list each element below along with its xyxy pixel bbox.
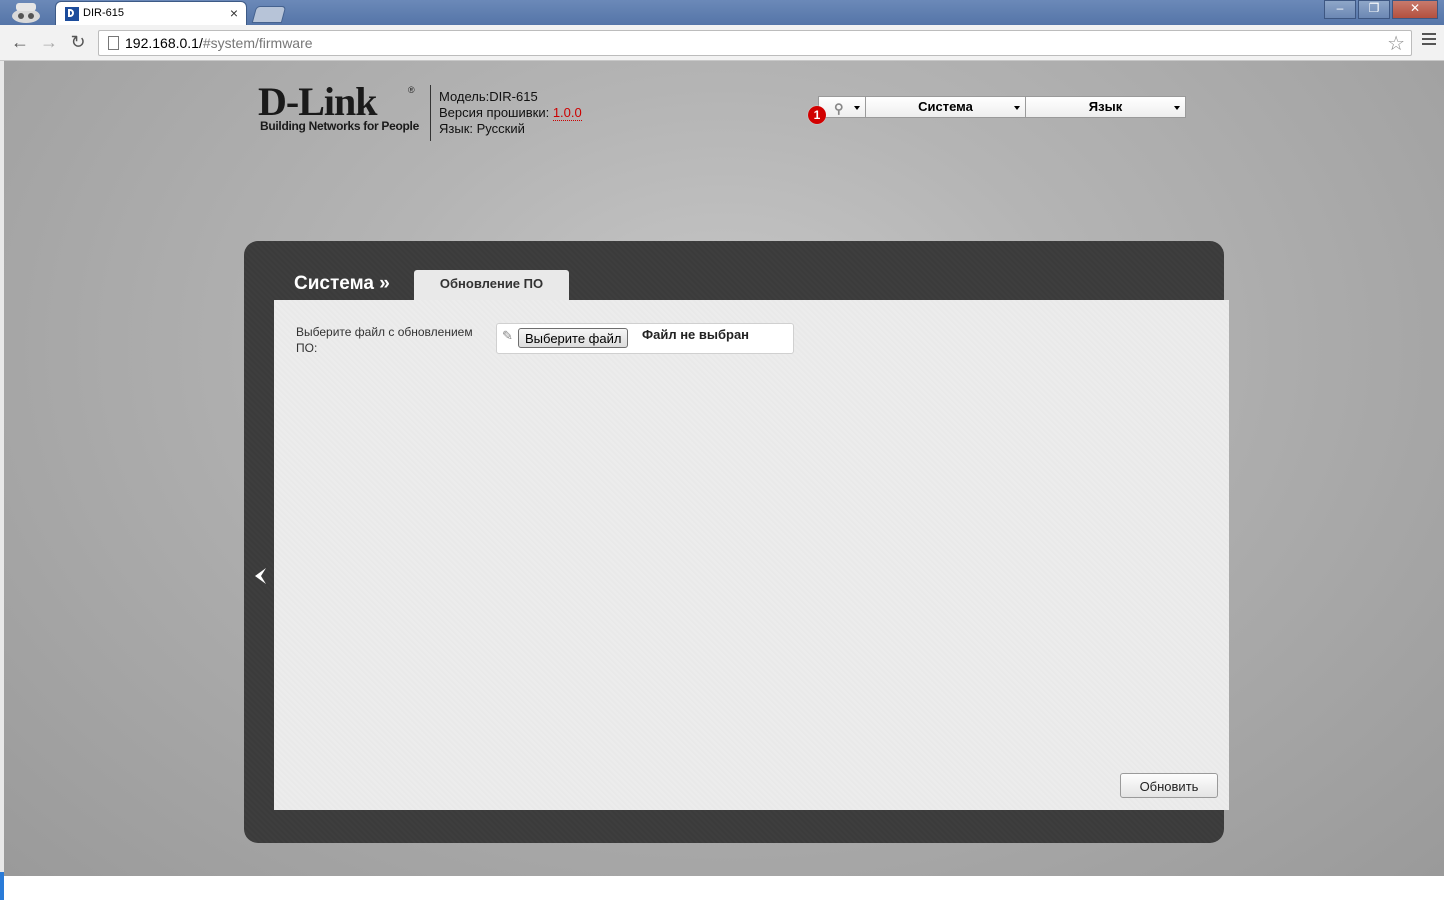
notification-badge[interactable]: 1	[808, 106, 826, 124]
tab-close-icon[interactable]: ×	[230, 5, 238, 21]
firmware-version-link[interactable]: 1.0.0	[552, 105, 582, 121]
lightbulb-icon: ⚲	[834, 101, 844, 116]
dlink-favicon-icon	[64, 6, 80, 22]
restore-button[interactable]: ❐	[1358, 0, 1390, 19]
minimize-button[interactable]: –	[1324, 0, 1356, 19]
dlink-logo: D-Link ® Building Networks for People	[258, 79, 419, 134]
choose-file-button[interactable]: Выберите файл	[518, 328, 629, 348]
content-panel	[274, 300, 1229, 810]
model-line: Модель:DIR-615	[439, 89, 538, 104]
browser-titlebar: DIR-615 × – ❐ ✕	[0, 0, 1444, 25]
window-controls: – ❐ ✕	[1324, 0, 1438, 19]
browser-tab[interactable]: DIR-615 ×	[56, 2, 246, 25]
file-input[interactable]: ✎ Выберите файл Файл не выбран	[496, 323, 794, 354]
chevron-down-icon	[854, 106, 860, 110]
header-divider	[430, 85, 431, 141]
device-info: Модель:DIR-615 Версия прошивки: 1.0.0 Яз…	[439, 89, 582, 137]
file-field-label: Выберите файл с обновлением ПО:	[296, 325, 473, 355]
tab-firmware-update[interactable]: Обновление ПО	[414, 270, 569, 302]
language-menu[interactable]: Язык	[1025, 96, 1186, 118]
incognito-icon	[12, 3, 40, 23]
forward-arrow-icon[interactable]: →	[38, 31, 60, 53]
logo-tagline: Building Networks for People	[260, 119, 419, 133]
update-button[interactable]: Обновить	[1120, 773, 1218, 798]
tab-title: DIR-615	[83, 7, 124, 19]
chevron-down-icon	[1174, 106, 1180, 110]
breadcrumb[interactable]: Система »	[294, 273, 390, 295]
firmware-line: Версия прошивки: 1.0.0	[439, 105, 582, 121]
reload-icon[interactable]: ↻	[67, 31, 89, 53]
collapse-sidebar-icon[interactable]	[252, 565, 268, 587]
bookmark-star-icon[interactable]: ☆	[1387, 31, 1405, 56]
taskbar-edge	[0, 872, 4, 900]
close-window-button[interactable]: ✕	[1392, 0, 1438, 19]
browser-toolbar: ← → ↻ 192.168.0.1/#system/firmware ☆	[0, 25, 1444, 61]
browser-menu-icon[interactable]	[1422, 33, 1436, 48]
file-status-text: Файл не выбран	[642, 327, 750, 342]
system-menu[interactable]: Система	[865, 96, 1026, 118]
back-arrow-icon[interactable]: ←	[9, 31, 31, 53]
new-tab-button[interactable]	[251, 6, 287, 23]
page-icon	[108, 36, 119, 50]
address-bar[interactable]: 192.168.0.1/#system/firmware ☆	[98, 30, 1412, 56]
chevron-down-icon	[1014, 106, 1020, 110]
top-navigation: ⚲ Система Язык	[818, 96, 1186, 118]
language-line: Язык: Русский	[439, 121, 525, 136]
pencil-icon: ✎	[502, 328, 513, 343]
url-text: 192.168.0.1/#system/firmware	[125, 35, 313, 51]
